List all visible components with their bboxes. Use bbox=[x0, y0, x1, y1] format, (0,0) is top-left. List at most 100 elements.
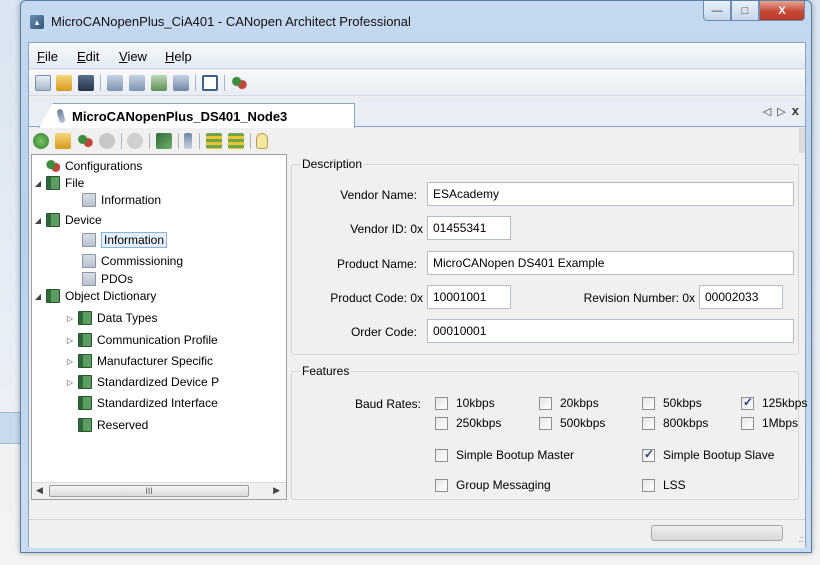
tree-item-pdos[interactable]: PDOs bbox=[82, 271, 133, 287]
checkbox-box bbox=[642, 396, 655, 410]
main-window: ▴ MicroCANopenPlus_CiA401 - CANopen Arch… bbox=[20, 0, 812, 553]
baud-rates-label: Baud Rates: bbox=[354, 397, 421, 411]
revision-number-label: Revision Number: 0x bbox=[583, 291, 695, 305]
background-window-fragment bbox=[0, 412, 20, 444]
scroll-thumb[interactable]: III bbox=[49, 485, 249, 497]
group-messaging-checkbox[interactable]: Group Messaging bbox=[435, 478, 551, 492]
open-folder-icon[interactable] bbox=[56, 75, 72, 91]
window-controls: — □ X bbox=[703, 1, 805, 21]
tree-item-standardized-interface[interactable]: Standardized Interface bbox=[78, 395, 218, 411]
vertical-scrollbar[interactable] bbox=[799, 128, 805, 153]
toolbar-separator bbox=[250, 133, 251, 149]
network-icon[interactable] bbox=[231, 75, 247, 91]
checkbox-box bbox=[435, 396, 448, 410]
menu-file[interactable]: File bbox=[37, 49, 58, 64]
lightbulb-icon[interactable] bbox=[256, 133, 268, 149]
toolbar-separator bbox=[100, 75, 101, 91]
folder-icon[interactable] bbox=[55, 133, 71, 149]
minimize-button[interactable]: — bbox=[703, 1, 731, 21]
expanded-arrow-icon[interactable]: ◢ bbox=[33, 292, 43, 301]
network-icon[interactable] bbox=[77, 133, 93, 149]
baud-800kbps-checkbox[interactable]: 800kbps bbox=[642, 416, 708, 430]
baud-500kbps-checkbox[interactable]: 500kbps bbox=[539, 416, 605, 430]
page-icon bbox=[82, 272, 96, 286]
vendor-name-label: Vendor Name: bbox=[340, 188, 417, 202]
baud-250kbps-checkbox[interactable]: 250kbps bbox=[435, 416, 501, 430]
close-button[interactable]: X bbox=[759, 1, 805, 21]
tree-item-device-information[interactable]: Information bbox=[82, 232, 168, 248]
title-bar[interactable]: ▴ MicroCANopenPlus_CiA401 - CANopen Arch… bbox=[21, 1, 811, 41]
tree-item-standardized-device-profile[interactable]: ▷ Standardized Device P bbox=[65, 374, 219, 390]
properties-panel: Description Vendor Name: ESAcademy Vendo… bbox=[291, 154, 807, 500]
simple-bootup-slave-checkbox[interactable]: Simple Bootup Slave bbox=[642, 447, 774, 462]
resize-grip[interactable]: .:: bbox=[798, 534, 803, 544]
tree-horizontal-scrollbar[interactable]: ◀ III ▶ bbox=[32, 482, 286, 499]
product-name-field[interactable]: MicroCANopen DS401 Example bbox=[427, 251, 794, 275]
device-icon[interactable] bbox=[129, 75, 145, 91]
tree-item-configurations[interactable]: Configurations bbox=[46, 158, 142, 174]
scroll-left-icon[interactable]: ◀ bbox=[36, 485, 43, 496]
device-green-icon[interactable] bbox=[151, 75, 167, 91]
tree-item-file-information[interactable]: Information bbox=[82, 192, 161, 208]
collapsed-arrow-icon[interactable]: ▷ bbox=[65, 314, 75, 323]
collapsed-arrow-icon[interactable]: ▷ bbox=[65, 378, 75, 387]
checkbox-box-checked bbox=[642, 447, 655, 462]
tree-view[interactable]: Configurations ◢ File Information ◢ Devi… bbox=[31, 154, 287, 500]
app-icon[interactable]: ▴ bbox=[30, 15, 44, 29]
collapsed-arrow-icon[interactable]: ▷ bbox=[65, 336, 75, 345]
list-green-icon[interactable] bbox=[206, 133, 222, 149]
tab-close-icon[interactable]: x bbox=[792, 103, 799, 118]
tree-item-manufacturer-specific[interactable]: ▷ Manufacturer Specific bbox=[65, 353, 213, 369]
baud-20kbps-checkbox[interactable]: 20kbps bbox=[539, 396, 599, 410]
page-icon bbox=[82, 193, 96, 207]
go-icon[interactable] bbox=[33, 133, 49, 149]
baud-50kbps-checkbox[interactable]: 50kbps bbox=[642, 396, 702, 410]
tree-item-data-types[interactable]: ▷ Data Types bbox=[65, 310, 157, 326]
maximize-button[interactable]: □ bbox=[731, 1, 759, 21]
expanded-arrow-icon[interactable]: ◢ bbox=[33, 179, 43, 188]
baud-10kbps-checkbox[interactable]: 10kbps bbox=[435, 396, 495, 410]
product-code-field[interactable]: 10001001 bbox=[427, 285, 511, 309]
stop-disabled-icon[interactable] bbox=[99, 133, 115, 149]
transfer-icon[interactable] bbox=[156, 133, 172, 149]
tree-item-commissioning[interactable]: Commissioning bbox=[82, 253, 183, 269]
lss-checkbox[interactable]: LSS bbox=[642, 478, 686, 492]
window-icon[interactable] bbox=[202, 75, 218, 91]
menu-help[interactable]: Help bbox=[165, 49, 192, 64]
baud-1mbps-checkbox[interactable]: 1Mbps bbox=[741, 416, 798, 430]
checkbox-box bbox=[642, 416, 655, 430]
toolbar-separator bbox=[149, 133, 150, 149]
tab-next-icon[interactable]: ▷ bbox=[777, 105, 785, 118]
order-code-field[interactable]: 00010001 bbox=[427, 319, 794, 343]
baud-125kbps-checkbox[interactable]: 125kbps bbox=[741, 395, 807, 410]
tree-item-file[interactable]: ◢ File bbox=[33, 175, 84, 191]
toolbar-separator bbox=[121, 133, 122, 149]
tab-prev-icon[interactable]: ◁ bbox=[763, 105, 771, 118]
client-area: File Edit View Help MicroCANopenPlus_DS4… bbox=[28, 42, 807, 548]
tree-item-object-dictionary[interactable]: ◢ Object Dictionary bbox=[33, 288, 156, 304]
simple-bootup-master-checkbox[interactable]: Simple Bootup Master bbox=[435, 448, 574, 462]
list-yellow-icon[interactable] bbox=[228, 133, 244, 149]
description-legend: Description bbox=[302, 157, 363, 171]
expanded-arrow-icon[interactable]: ◢ bbox=[33, 216, 43, 225]
vendor-id-field[interactable]: 01455341 bbox=[427, 216, 511, 240]
document-tab[interactable]: MicroCANopenPlus_DS401_Node3 bbox=[39, 103, 355, 128]
scroll-right-icon[interactable]: ▶ bbox=[273, 485, 280, 496]
save-icon[interactable] bbox=[78, 75, 94, 91]
menu-view[interactable]: View bbox=[119, 49, 147, 64]
book-icon bbox=[46, 213, 60, 227]
collapsed-arrow-icon[interactable]: ▷ bbox=[65, 357, 75, 366]
book-icon bbox=[46, 176, 60, 190]
vendor-name-field[interactable]: ESAcademy bbox=[427, 182, 794, 206]
record-disabled-icon[interactable] bbox=[127, 133, 143, 149]
revision-number-field[interactable]: 00002033 bbox=[699, 285, 783, 309]
new-file-icon[interactable] bbox=[35, 75, 51, 91]
tree-item-communication-profile[interactable]: ▷ Communication Profile bbox=[65, 332, 218, 348]
page-icon bbox=[82, 254, 96, 268]
pin-icon[interactable] bbox=[184, 133, 192, 149]
tree-item-device[interactable]: ◢ Device bbox=[33, 212, 102, 228]
device-red-icon[interactable] bbox=[107, 75, 123, 91]
menu-edit[interactable]: Edit bbox=[77, 49, 99, 64]
tree-item-reserved[interactable]: Reserved bbox=[78, 417, 148, 433]
device-export-icon[interactable] bbox=[173, 75, 189, 91]
